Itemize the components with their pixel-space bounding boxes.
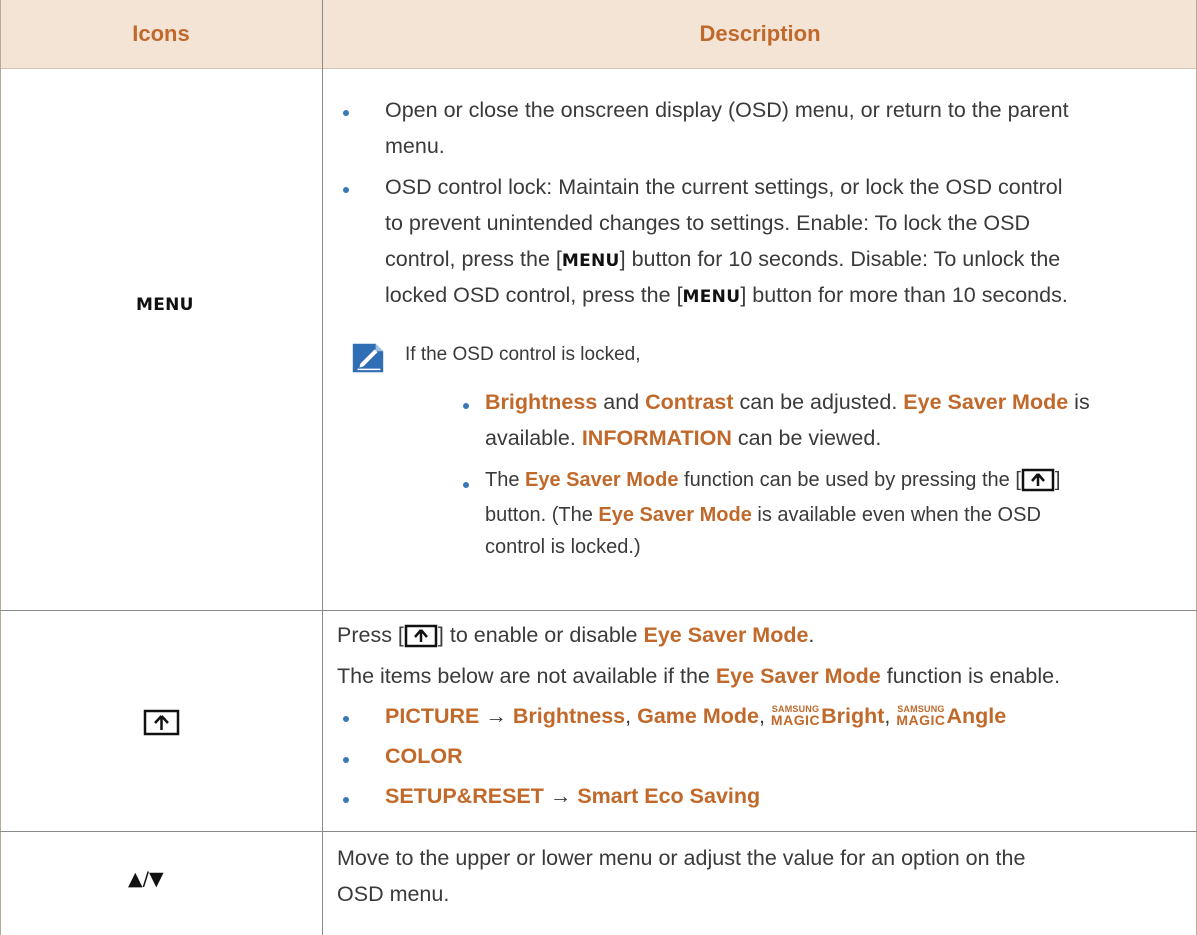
bullet (343, 797, 349, 803)
note-bullet2-line3: control is locked.) (485, 536, 641, 558)
header-description-cell: Description (323, 0, 1197, 69)
description-table: Icons Description MENU Open or close the… (0, 0, 1197, 935)
header-description: Description (699, 21, 821, 46)
note-bullet2-line2: button. (The Eye Saver Mode is available… (485, 504, 1041, 526)
bullet (463, 403, 469, 409)
eye-saver-button-icon (143, 709, 180, 736)
eye-saver-button-icon (1021, 468, 1055, 492)
note-bullet1-line2: available. INFORMATION can be viewed. (485, 426, 882, 450)
left-border (0, 0, 1, 935)
bullet (343, 110, 349, 116)
eye-item-color: COLOR (385, 744, 463, 768)
updown-key-label: ▲/▼ (128, 868, 164, 890)
bullet (343, 757, 349, 763)
menu-bullet1-line1: Open or close the onscreen display (OSD)… (385, 98, 1069, 122)
eye-line1: Press [] to enable or disable Eye Saver … (337, 623, 815, 648)
updown-line2: OSD menu. (337, 882, 450, 906)
bullet (463, 482, 469, 488)
header-icons: Icons (132, 21, 190, 46)
menu-key-inline: MENU (561, 251, 620, 271)
menu-bullet2-line2: to prevent unintended changes to setting… (385, 211, 1031, 235)
menu-bullet2-line4: locked OSD control, press the [MENU] but… (385, 283, 1068, 307)
note-pencil-icon (352, 343, 384, 373)
eye-line2: The items below are not available if the… (337, 664, 1061, 688)
menu-bullet2-line3: control, press the [MENU] button for 10 … (385, 247, 1061, 271)
note-bullet1-line1: Brightness and Contrast can be adjusted.… (485, 390, 1090, 414)
eye-saver-button-icon (404, 624, 438, 648)
menu-key-label: MENU (136, 295, 194, 315)
eye-item-picture: PICTURE → Brightness, Game Mode, SAMSUNG… (385, 704, 1007, 728)
column-divider (322, 0, 323, 935)
header-icons-cell: Icons (0, 0, 322, 69)
note-intro: If the OSD control is locked, (405, 344, 641, 365)
updown-line1: Move to the upper or lower menu or adjus… (337, 846, 1026, 870)
menu-bullet1-line2: menu. (385, 134, 445, 158)
bullet (343, 716, 349, 722)
menu-key-inline: MENU (682, 287, 741, 307)
row-divider-2 (0, 831, 1197, 832)
samsung-magic-logo: SAMSUNG MAGIC (896, 704, 946, 728)
eye-item-setup: SETUP&RESET → Smart Eco Saving (385, 784, 761, 808)
bullet (343, 187, 349, 193)
menu-bullet2-line1: OSD control lock: Maintain the current s… (385, 175, 1063, 199)
samsung-magic-logo: SAMSUNG MAGIC (770, 704, 821, 728)
note-bullet2-line1: The Eye Saver Mode function can be used … (485, 468, 1061, 492)
row-divider-1 (0, 610, 1197, 611)
